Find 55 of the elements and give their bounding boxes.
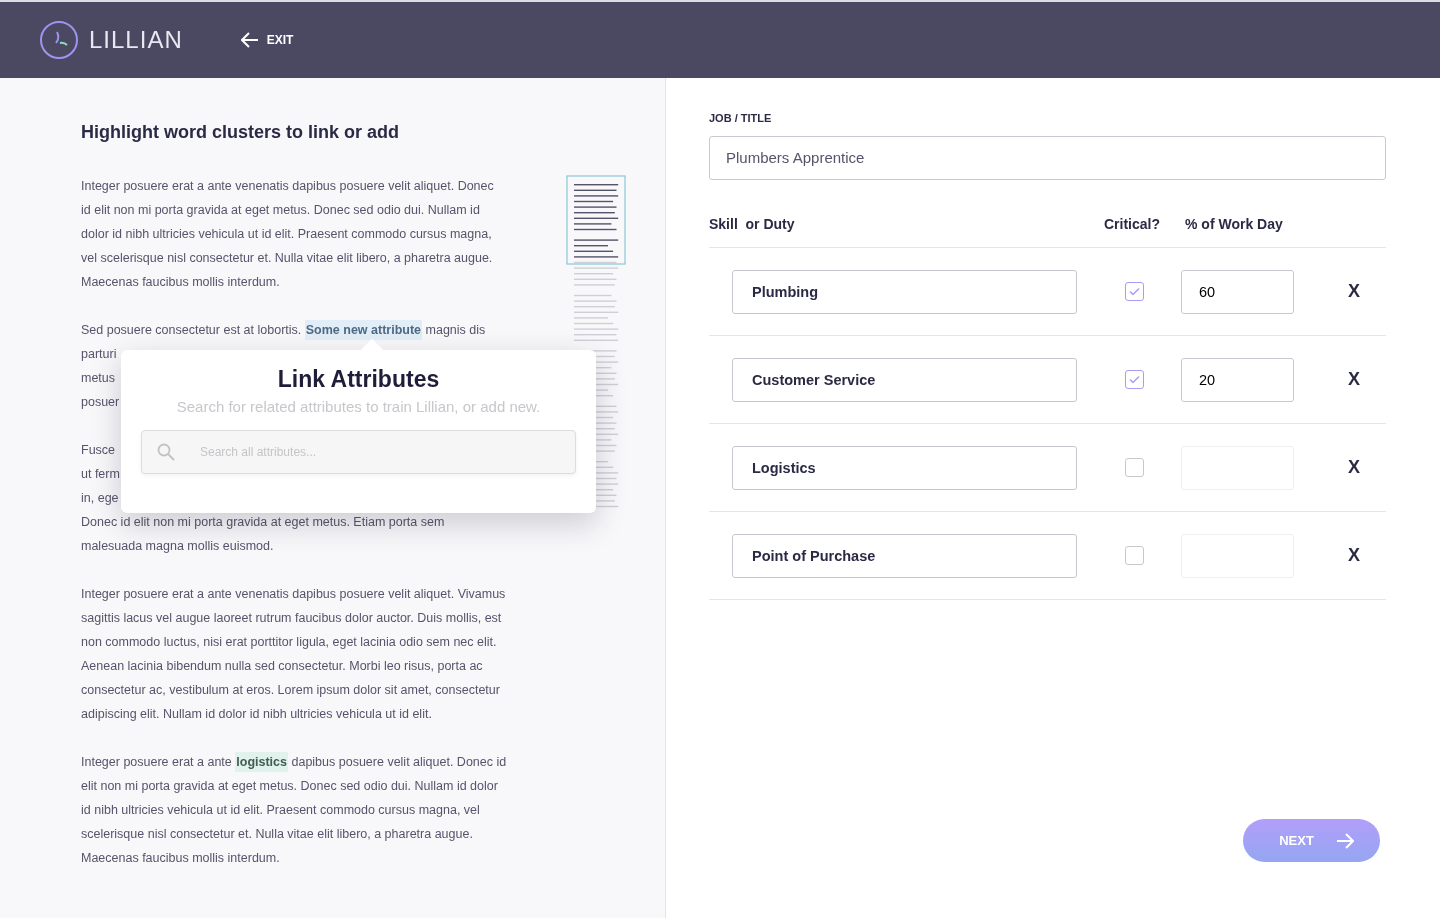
text-line: id nibh ultricies vehicula ut id elit. Praesent commodo cursus magna, vel <box>81 801 480 819</box>
column-header: Critical? <box>1104 214 1161 234</box>
text-line: parturi <box>81 345 117 363</box>
critical-checkbox[interactable] <box>1125 370 1144 389</box>
percent-input[interactable]: 60 <box>1181 269 1294 314</box>
check-icon <box>1129 287 1140 296</box>
text-line: Maecenas faucibus mollis interdum. <box>81 273 280 291</box>
text-line: id elit non mi porta gravida at eget metus. Donec sed odio dui. Nullam id <box>81 201 480 219</box>
remove-button[interactable]: X <box>1344 366 1364 393</box>
remove-button[interactable]: X <box>1344 542 1364 569</box>
arrow-right-icon <box>1335 832 1354 849</box>
text-line: Aenean lacinia bibendum nulla sed consectetur. Morbi leo risus, porta ac <box>81 657 483 675</box>
text-line: consectetur ac, vestibulum at eros. Lorem ipsum dolor sit amet, consectetur <box>81 681 500 699</box>
text-line: Integer posuere erat a ante venenatis dapibus posuere velit aliquet. Vivamus <box>81 585 506 603</box>
remove-button[interactable]: X <box>1344 454 1364 481</box>
text-line: Sed posuere consectetur est at lobortis. Some new attribute magnis dis <box>81 317 486 342</box>
text-line: Donec id elit non mi porta gravida at eget metus. Etiam porta sem <box>81 513 445 531</box>
text-line: Fusce <box>81 441 116 459</box>
skill-input[interactable]: Customer Service <box>732 357 1077 402</box>
text-line: adipiscing elit. Nullam id dolor id nibh ultricies vehicula ut id elit. <box>81 705 432 723</box>
text-line: sagittis lacus vel augue laoreet rutrum faucibus dolor auctor. Duis mollis, est <box>81 609 502 627</box>
text-line: scelerisque nisl consectetur et. Nulla vitae elit libero, a pharetra augue. <box>81 825 473 843</box>
text-line: ut ferm <box>81 465 120 483</box>
logo-icon <box>39 20 79 60</box>
skill-input[interactable]: Plumbing <box>732 269 1077 314</box>
brand-name: LILLIAN <box>89 25 183 55</box>
exit-link[interactable]: EXIT <box>234 30 300 50</box>
text-line: vel scelerisque nisl consectetur et. Nulla vitae elit libero, a pharetra augue. <box>81 249 493 267</box>
text-line: metus <box>81 369 116 387</box>
field-label: JOB / TITLE <box>709 111 773 126</box>
text-line: posuer <box>81 393 120 411</box>
check-icon <box>1129 375 1140 384</box>
skill-input[interactable]: Logistics <box>732 445 1077 490</box>
text-line: Integer posuere erat a ante venenatis dapibus posuere velit aliquet. Donec <box>81 177 494 195</box>
text-line: non commodo luctus, nisi erat porttitor ligula, eget lacinia odio sem nec elit. <box>81 633 497 651</box>
percent-input[interactable]: 20 <box>1181 357 1294 402</box>
text-line: Maecenas faucibus mollis interdum. <box>81 849 280 867</box>
critical-checkbox[interactable] <box>1125 282 1144 301</box>
text-line: in, ege <box>81 489 119 507</box>
skill-input[interactable]: Point of Purchase <box>732 533 1077 578</box>
text-line: malesuada magna mollis euismod. <box>81 537 274 555</box>
search-icon <box>157 443 175 462</box>
text-line: elit non mi porta gravida at eget metus. Donec sed odio dui. Nullam id dolor <box>81 777 498 795</box>
text-line: Integer posuere erat a ante logistics dapibus posuere velit aliquet. Donec id <box>81 749 507 774</box>
column-header: % of Work Day <box>1185 214 1283 234</box>
section-heading: Highlight word clusters to link or add <box>81 122 400 144</box>
critical-checkbox[interactable] <box>1125 546 1144 565</box>
column-header: Skill or Duty <box>709 214 796 234</box>
popover-subtitle: Search for related attributes to train Lillian, or add new. <box>175 396 542 417</box>
remove-button[interactable]: X <box>1344 278 1364 305</box>
popover-title: Link Attributes <box>276 366 441 394</box>
job-title-input[interactable]: Plumbers Apprentice <box>709 135 1386 180</box>
critical-checkbox[interactable] <box>1125 458 1144 477</box>
arrow-left-icon <box>240 32 259 48</box>
text-line: dolor id nibh ultricies vehicula ut id elit. Praesent commodo cursus magna, <box>81 225 492 243</box>
